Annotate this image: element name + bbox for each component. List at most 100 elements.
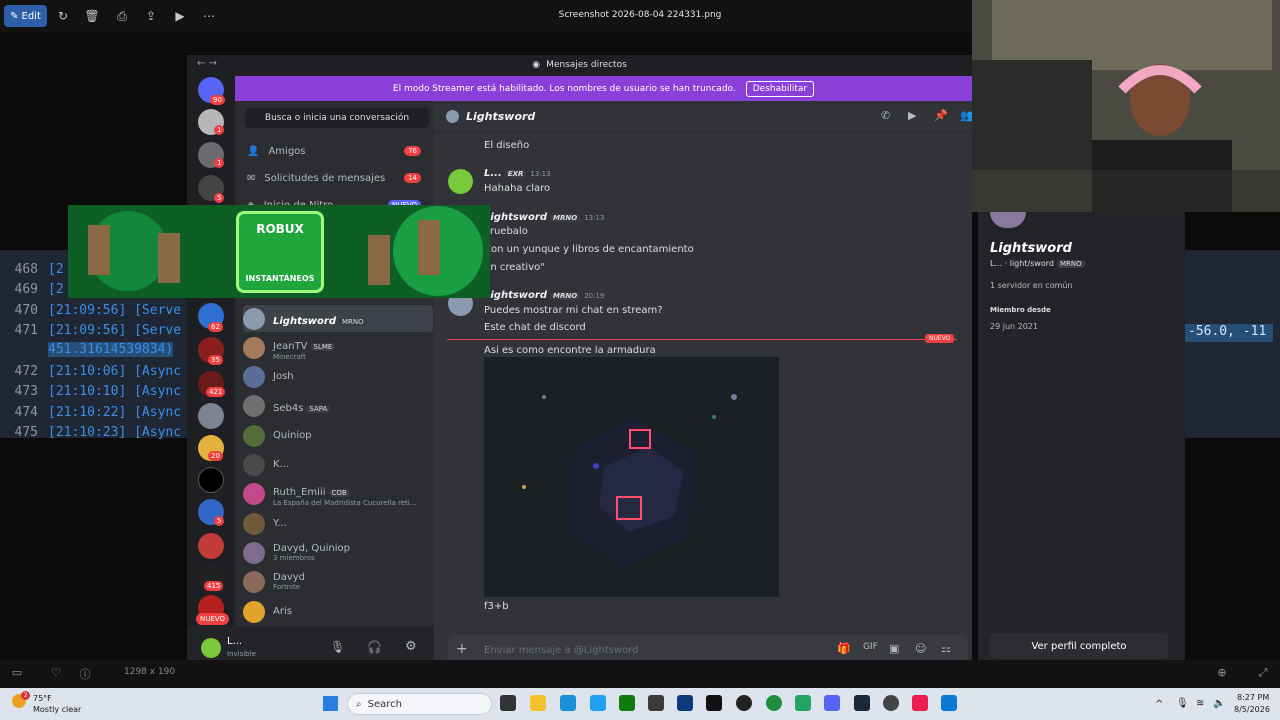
attach-plus-icon[interactable]: + [456, 641, 468, 657]
code-editor-right: -56.0, -11 [1185, 250, 1280, 438]
app-icon[interactable] [677, 695, 693, 711]
server-badge: 90 [210, 95, 225, 105]
excel-icon[interactable] [795, 695, 811, 711]
app-icon[interactable] [648, 695, 664, 711]
headphones-icon[interactable]: 🎧 [367, 640, 382, 654]
rotate-icon[interactable]: ↻ [55, 8, 71, 24]
tiktok-live-icon[interactable] [912, 695, 928, 711]
task-view-icon[interactable] [500, 695, 516, 711]
mutual-servers[interactable]: 1 servidor en común [990, 281, 1073, 290]
share-icon[interactable]: ⇪ [143, 8, 159, 24]
avatar [243, 570, 265, 593]
message-text: El diseño [484, 140, 530, 151]
dm-item[interactable]: K... [243, 451, 433, 478]
avatar [243, 453, 265, 476]
user-avatar[interactable] [201, 638, 221, 658]
dm-item[interactable]: Josh [243, 363, 433, 390]
streamer-mode-banner: El modo Streamer está habilitado. Los no… [235, 76, 972, 101]
message-time: 13:13 [530, 170, 551, 178]
server-icon[interactable] [198, 533, 224, 559]
photos-icon[interactable] [941, 695, 957, 711]
add-friends-icon[interactable]: 👥 [960, 109, 972, 122]
avatar [243, 336, 265, 359]
view-full-profile-button[interactable]: Ver perfil completo [990, 633, 1168, 659]
print-icon[interactable]: ⎙ [114, 8, 130, 24]
friends-count: 76 [404, 146, 421, 156]
microphone-tray-icon[interactable]: 🎙 [1176, 698, 1189, 709]
wifi-icon[interactable]: ≋ [1196, 698, 1204, 709]
author-tag: MRNO [550, 292, 581, 300]
call-icon[interactable]: ✆ [881, 109, 890, 122]
taskbar-search[interactable]: ⌕ Search [347, 693, 492, 715]
sticker-icon[interactable]: ▣ [889, 642, 899, 655]
dm-name: Davyd, Quiniop [273, 542, 350, 554]
pin-icon[interactable]: 📌 [934, 109, 948, 122]
info-icon[interactable]: ⓘ [78, 666, 92, 681]
dm-item[interactable]: JeanTV SLME Minecraft [243, 334, 433, 361]
message-avatar[interactable] [448, 169, 473, 194]
dm-search-input[interactable]: Busca o inicia una conversación [245, 108, 429, 128]
twitter-icon[interactable] [590, 695, 606, 711]
code-line: 471 [21:09:56] [Serve [14, 323, 182, 338]
server-badge: 20 [208, 451, 223, 461]
app-icon[interactable] [883, 695, 899, 711]
dm-item[interactable]: Ruth_Emiii COB La España del Madridista Cu… [243, 480, 433, 507]
server-list: 90 1 1 5 62 35 421 20 5 415 NUEVO [187, 75, 235, 670]
file-explorer-icon[interactable] [530, 695, 546, 711]
filmstrip-icon[interactable]: ▭ [10, 666, 24, 680]
clock-time[interactable]: 8:27 PM [1237, 693, 1269, 702]
server-badge: 1 [214, 125, 225, 135]
edit-button[interactable]: ✎ Edit [4, 5, 47, 27]
nav-message-requests[interactable]: ✉ Solicitudes de mensajes 14 [247, 167, 427, 189]
tiktok-icon[interactable] [706, 695, 722, 711]
edge-icon[interactable] [560, 695, 576, 711]
disable-streamer-button[interactable]: Deshabilitar [745, 80, 815, 97]
favorite-icon[interactable]: ♡ [49, 666, 63, 680]
emoji-icon[interactable]: ☺ [915, 642, 926, 655]
gif-icon[interactable]: GIF [863, 642, 878, 652]
message-time: 13:13 [584, 214, 605, 222]
message-author: Lightsword [484, 290, 548, 301]
obs-icon[interactable] [736, 695, 752, 711]
apps-icon[interactable]: ⚏ [941, 642, 951, 655]
server-icon[interactable] [198, 403, 224, 429]
clock-date[interactable]: 8/5/2026 [1234, 705, 1270, 714]
nav-arrows[interactable]: ← → [197, 58, 217, 69]
profile-avatar [990, 212, 1026, 228]
avatar [243, 365, 265, 388]
ad-line1: ROBUX [256, 222, 304, 236]
dm-item[interactable]: Quiniop [243, 422, 433, 449]
avatar [243, 512, 265, 535]
discord-taskbar-icon[interactable] [824, 695, 840, 711]
zoom-in-icon[interactable]: ⊕ [1215, 666, 1229, 680]
dm-item[interactable]: Aris [243, 598, 433, 625]
xbox-icon[interactable] [619, 695, 635, 711]
dm-item[interactable]: Davyd, Quiniop 3 miembros [243, 539, 433, 566]
server-badge: 1 [214, 158, 225, 168]
steam-icon[interactable] [854, 695, 870, 711]
microphone-icon[interactable]: 🎙 [330, 640, 345, 654]
video-icon[interactable]: ▶ [908, 109, 916, 122]
fullscreen-icon[interactable]: ⤢ [1256, 666, 1270, 680]
windows-start-icon[interactable] [323, 696, 338, 711]
chevron-up-icon[interactable]: ^ [1155, 699, 1163, 710]
minecraft-screenshot[interactable] [484, 357, 779, 597]
friends-icon: 👤 [247, 145, 260, 157]
slideshow-icon[interactable]: ▶ [172, 8, 188, 24]
author-tag: MRNO [550, 214, 581, 222]
delete-icon[interactable]: 🗑 [84, 8, 100, 24]
dm-item[interactable]: Davyd Fortnite [243, 568, 433, 595]
webcam-feed [972, 0, 1280, 212]
settings-gear-icon[interactable]: ⚙ [405, 639, 417, 654]
chrome-icon[interactable] [766, 695, 782, 711]
gift-icon[interactable]: 🎁 [837, 642, 851, 655]
nav-label: Amigos [268, 145, 306, 157]
more-icon[interactable]: ⋯ [201, 8, 217, 24]
dm-item[interactable]: Seb4s SAPA [243, 392, 433, 419]
nav-friends[interactable]: 👤 Amigos 76 [247, 140, 427, 162]
dm-item[interactable]: Y... [243, 510, 433, 537]
dm-item-lightsword[interactable]: Lightsword MRNO [243, 305, 433, 332]
server-icon[interactable] [198, 467, 224, 493]
code-line: 474 [21:10:22] [Async [14, 405, 182, 420]
volume-icon[interactable]: 🔈 [1213, 698, 1225, 709]
